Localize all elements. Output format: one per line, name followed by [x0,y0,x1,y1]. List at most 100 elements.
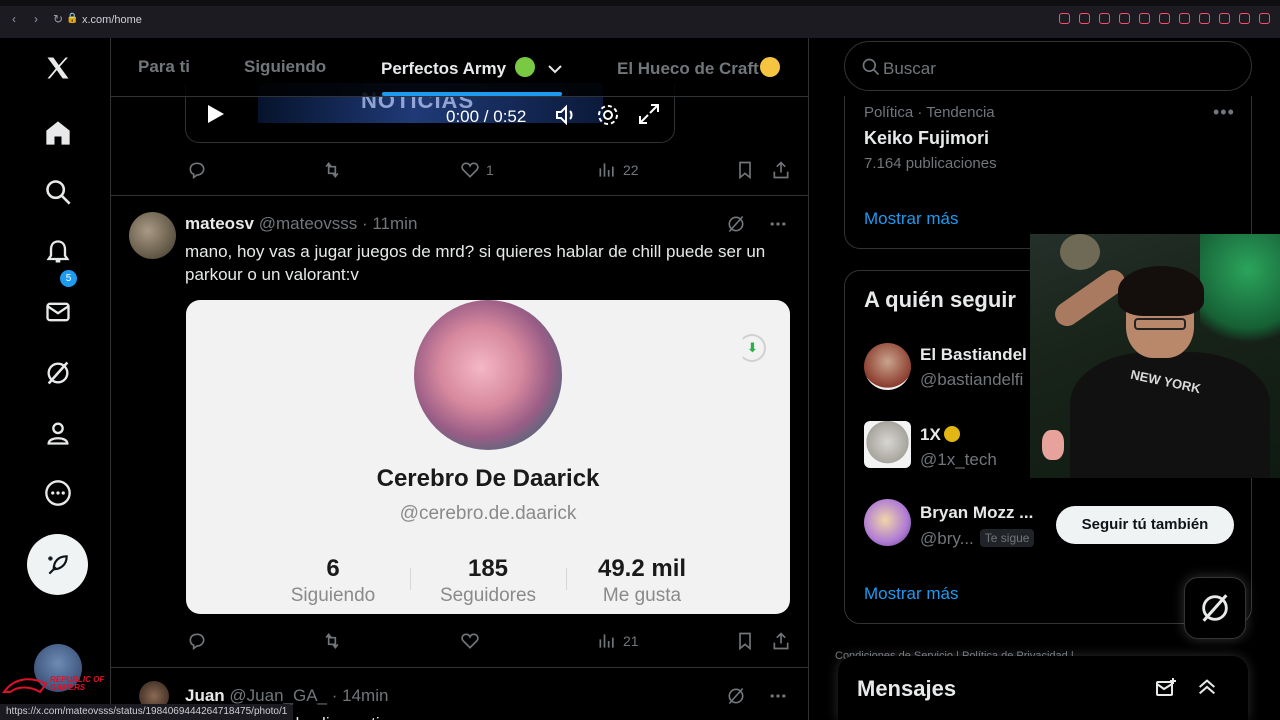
wallet-icon[interactable] [1239,13,1250,24]
play-icon[interactable] [204,103,226,125]
alien-emoji-icon [514,57,535,77]
screenshot-icon[interactable] [1099,13,1110,24]
menu-icon[interactable] [1259,13,1270,24]
tweet-tools [726,214,788,234]
search-icon [862,58,880,76]
reload-icon[interactable]: ↻ [52,12,64,26]
new-message-icon[interactable] [1154,676,1178,700]
video-icon[interactable] [1139,13,1150,24]
share-button[interactable] [771,631,791,651]
share-icon [773,161,789,179]
explore-search-icon[interactable] [38,172,78,212]
forward-icon[interactable]: › [30,12,42,26]
tab-perfectos-army-label: Perfectos Army [381,59,507,78]
tweet-text-partial: ando clips antiguos :v [271,712,808,720]
trends-show-more-link[interactable]: Mostrar más [864,209,958,229]
messages-envelope-icon[interactable] [38,292,78,332]
pin-icon[interactable] [1079,13,1090,24]
stat-number: 6 [326,555,340,582]
bookmark-button[interactable] [735,160,755,180]
tweet-timestamp[interactable]: · 14min [332,686,389,705]
search-input[interactable]: Buscar [844,41,1252,91]
trend-name[interactable]: Keiko Fujimori [864,128,989,149]
bookmark-icon [739,632,751,651]
grok-explain-icon[interactable] [726,686,746,706]
views-button[interactable]: 21 [597,631,639,651]
profile-icon[interactable] [38,413,78,453]
x-logo-icon[interactable] [38,48,78,88]
reply-icon [189,162,205,180]
media-stat-likes: 49.2 mil Me gusta [557,555,727,607]
tweet-author-name[interactable]: Juan [185,686,225,705]
trend-category: Política · Tendencia [864,104,995,121]
back-icon[interactable]: ‹ [8,12,20,26]
heart-icon[interactable] [1159,13,1170,24]
tab-siguiendo[interactable]: Siguiendo [244,57,326,77]
reply-button[interactable] [187,160,207,180]
compose-post-button[interactable] [27,534,88,595]
messages-drawer[interactable]: Mensajes [838,656,1248,720]
tab-para-ti[interactable]: Para ti [138,57,190,77]
home-icon[interactable] [38,113,78,153]
tweet-timestamp[interactable]: · 11min [362,214,417,233]
tweet-author-avatar[interactable] [129,212,176,259]
like-button[interactable] [460,631,480,651]
follow-back-button[interactable]: Seguir tú también [1056,506,1234,544]
more-dots-icon[interactable] [768,214,788,234]
trend-post-count: 7.164 publicaciones [864,155,997,172]
settings-gear-icon[interactable] [596,103,620,127]
browser-toolbar: ‹ › ↻ 🔒 x.com/home [0,0,1280,38]
suggested-user-name[interactable]: Bryan Mozz ... [920,503,1033,523]
volume-muted-icon[interactable] [554,103,578,127]
reply-button[interactable] [187,631,207,651]
download-icon[interactable] [1219,13,1230,24]
view-count: 21 [623,633,639,649]
tweet-media-image[interactable]: ⬇ Cerebro De Daarick @cerebro.de.daarick… [186,300,790,614]
webcam-person-body [1070,352,1270,478]
zoom-icon[interactable] [1059,13,1070,24]
address-bar[interactable]: x.com/home [82,14,142,26]
notification-badge: 5 [60,270,77,287]
like-button[interactable]: 1 [460,160,494,180]
media-profile-name: Cerebro De Daarick [376,465,600,492]
grok-icon[interactable] [38,353,78,393]
fullscreen-icon[interactable] [638,103,660,125]
suggested-user-name-text: 1X [920,425,941,444]
grok-explain-icon[interactable] [726,214,746,234]
search-placeholder: Buscar [883,59,936,78]
more-dots-icon[interactable]: ••• [1213,102,1235,123]
lock-icon: 🔒 [66,13,79,24]
user-avatar[interactable] [864,343,911,390]
more-dots-icon[interactable] [768,686,788,706]
share-button[interactable] [771,160,791,180]
chevron-down-icon[interactable] [547,64,562,74]
suggested-user-name[interactable]: 1X [920,425,960,445]
grok-floating-button[interactable] [1184,577,1246,639]
webcam-sticker [1042,430,1064,460]
repost-button[interactable] [322,631,342,651]
notifications-bell-icon[interactable] [38,232,78,272]
verified-badge-icon [943,426,960,442]
bookmark-button[interactable] [735,631,755,651]
tweet-author-handle[interactable]: @Juan_GA_ [229,686,327,705]
extensions-icon[interactable] [1179,13,1190,24]
views-chart-icon [599,163,614,177]
media-stat-followers: 185 Seguidores [403,555,573,607]
webcam-person-glasses [1134,318,1186,330]
grok-icon [1202,594,1228,622]
user-avatar[interactable] [864,421,911,468]
tab-perfectos-army[interactable]: Perfectos Army [381,57,562,79]
tweet-author-name[interactable]: mateosv [185,214,254,233]
views-button[interactable]: 22 [597,160,639,180]
repost-button[interactable] [322,160,342,180]
who-to-follow-show-more-link[interactable]: Mostrar más [864,584,958,604]
cube-icon[interactable] [1199,13,1210,24]
shield-icon[interactable] [1119,13,1130,24]
user-avatar[interactable] [864,499,911,546]
suggested-user-name[interactable]: El Bastiandel [920,345,1027,365]
expand-up-icon[interactable] [1196,676,1218,698]
tweet-author-handle[interactable]: @mateovsss [259,214,358,233]
video-time: 0:00 / 0:52 [446,107,527,126]
more-options-icon[interactable] [38,473,78,513]
tab-el-hueco-de-craft[interactable]: El Hueco de Craft [617,57,780,79]
